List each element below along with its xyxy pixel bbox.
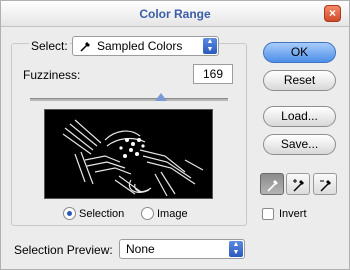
select-value: Sampled Colors [97, 39, 183, 53]
dialog-title: Color Range [139, 7, 211, 21]
load-button[interactable]: Load... [263, 106, 336, 127]
selection-preview-image [44, 109, 213, 199]
selection-preview-dropdown[interactable]: None ▲ ▼ [119, 239, 245, 259]
invert-label: Invert [279, 208, 307, 220]
close-button[interactable]: × [324, 5, 341, 22]
reset-button[interactable]: Reset [263, 70, 336, 91]
select-dropdown[interactable]: Sampled Colors ▲ ▼ [72, 36, 219, 56]
fuzziness-label: Fuzziness: [23, 68, 81, 82]
close-icon: × [328, 6, 336, 20]
ok-button[interactable]: OK [263, 42, 336, 63]
fuzziness-field[interactable]: 169 [193, 64, 233, 84]
select-label: Select: [29, 39, 70, 53]
eyedropper-minus-tool[interactable] [313, 173, 337, 195]
title-bar[interactable]: Color Range × [1, 1, 349, 27]
selection-radio-label: Selection [79, 208, 125, 220]
selection-preview-label: Selection Preview: [14, 243, 113, 257]
color-range-dialog: Color Range × Select: Sampled Colors ▲ ▼ … [0, 0, 350, 270]
eyedropper-plus-tool[interactable] [286, 173, 310, 195]
eyedropper-icon [79, 39, 93, 58]
image-radio[interactable] [141, 207, 154, 220]
fuzziness-slider-thumb[interactable] [154, 93, 167, 101]
selection-radio[interactable] [63, 207, 76, 220]
dropdown-arrow-icon: ▲ ▼ [203, 38, 217, 54]
fuzziness-slider-track[interactable] [30, 98, 228, 101]
invert-checkbox[interactable] [262, 208, 274, 220]
image-radio-label: Image [157, 208, 188, 220]
selection-preview-value: None [126, 242, 155, 256]
eyedropper-tool[interactable] [260, 173, 284, 195]
save-button[interactable]: Save... [263, 134, 336, 155]
dropdown-arrow-icon: ▲ ▼ [229, 241, 243, 257]
